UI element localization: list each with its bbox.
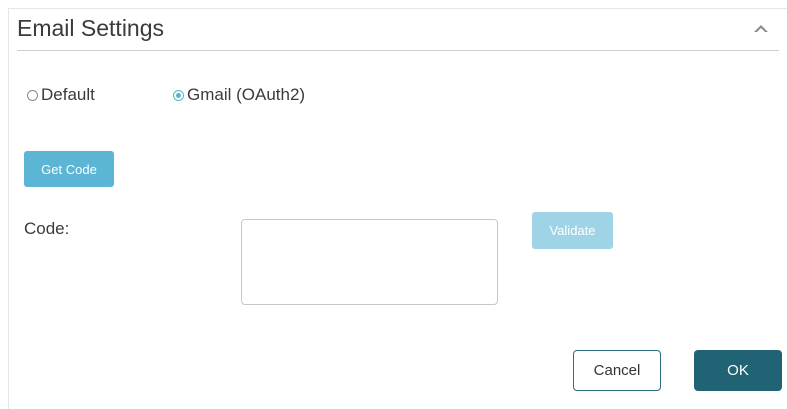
- code-field-label: Code:: [24, 219, 70, 238]
- radio-default[interactable]: Default: [27, 85, 95, 105]
- panel-title: Email Settings: [17, 15, 165, 41]
- chevron-up-icon: [754, 25, 768, 32]
- panel-header: Email Settings: [17, 14, 779, 51]
- get-code-button[interactable]: Get Code: [24, 151, 114, 187]
- cancel-button[interactable]: Cancel: [573, 350, 661, 391]
- radio-gmail-oauth2[interactable]: Gmail (OAuth2): [173, 85, 305, 105]
- ok-button[interactable]: OK: [694, 350, 782, 391]
- radio-gmail-oauth2-label: Gmail (OAuth2): [187, 85, 306, 104]
- code-input[interactable]: [241, 219, 498, 305]
- radio-default-label: Default: [41, 85, 95, 104]
- collapse-button[interactable]: [751, 20, 771, 36]
- radio-gmail-oauth2-indicator[interactable]: [173, 89, 184, 101]
- email-settings-panel: [8, 8, 787, 409]
- validate-button[interactable]: Validate: [532, 212, 613, 249]
- radio-default-indicator[interactable]: [27, 89, 38, 101]
